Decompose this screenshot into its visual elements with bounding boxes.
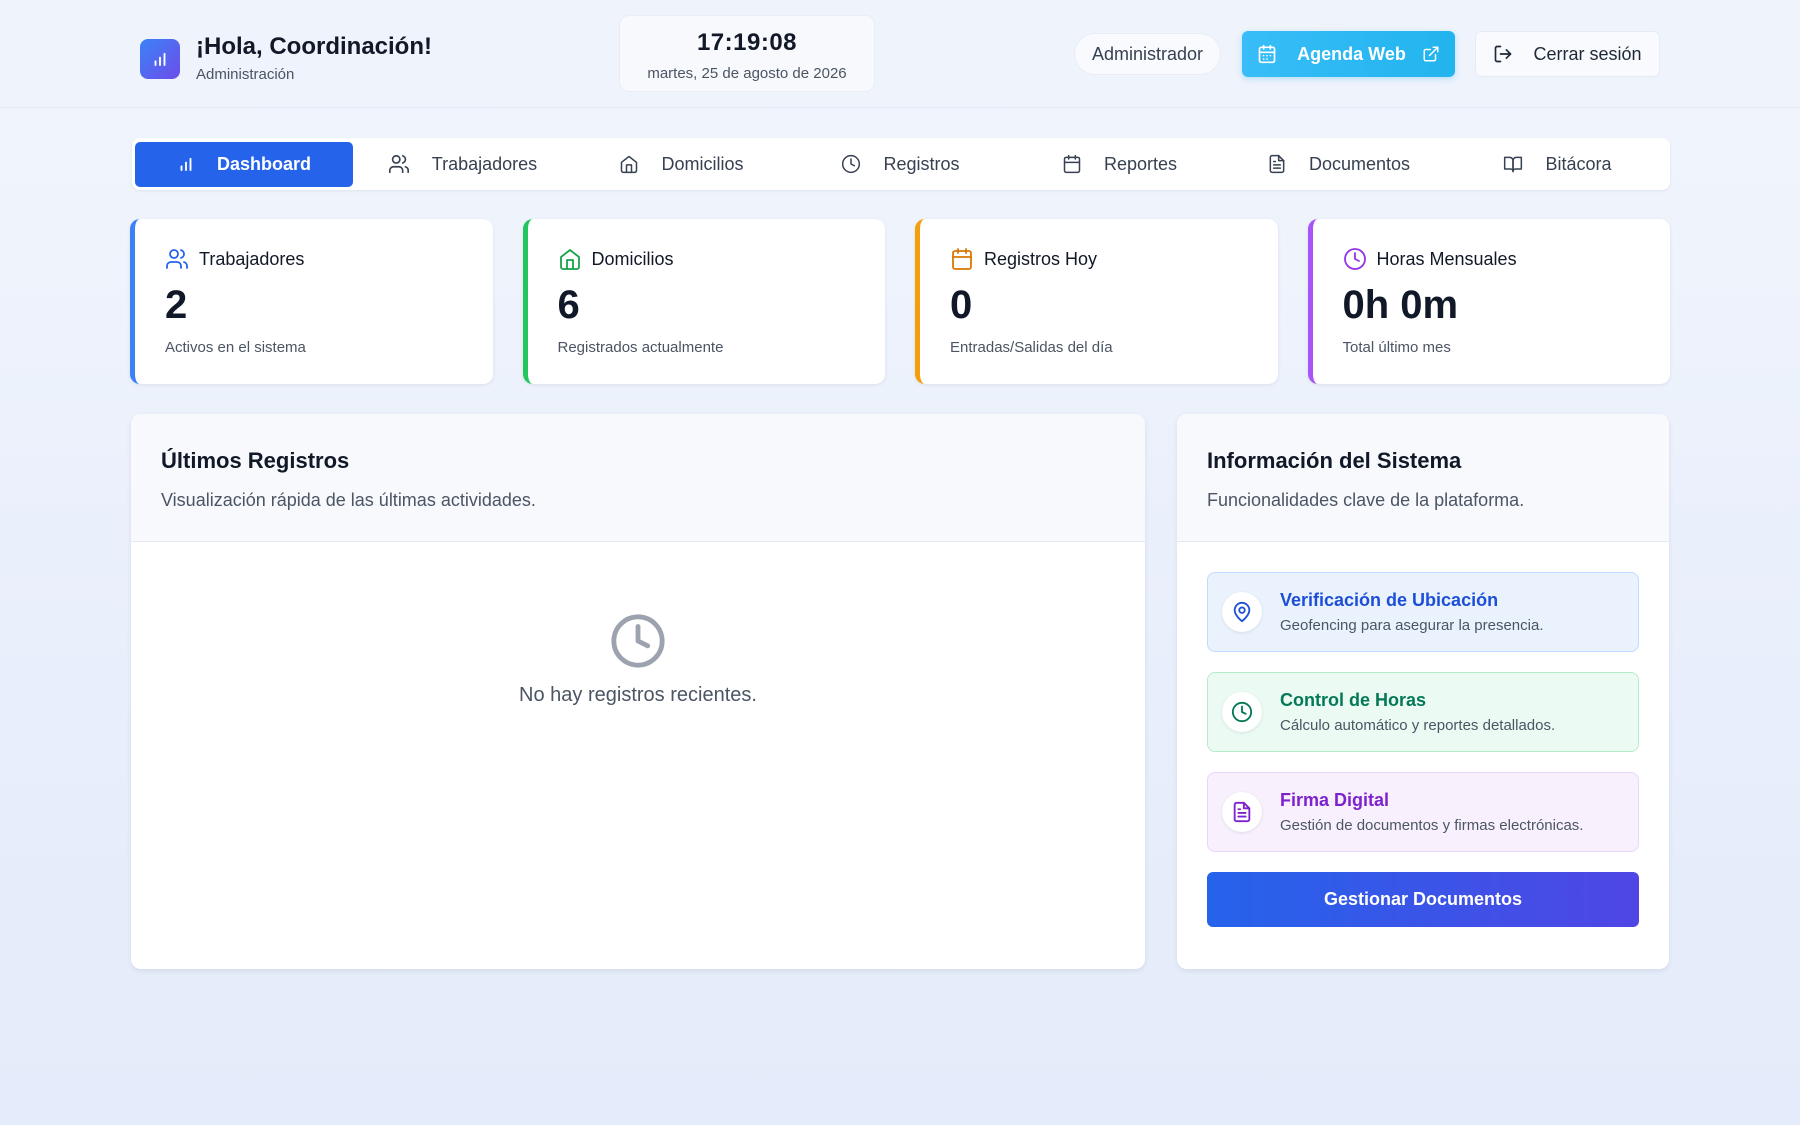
tab-label: Dashboard xyxy=(216,153,312,174)
calendar-icon xyxy=(950,247,974,271)
manage-documents-button[interactable]: Gestionar Documentos xyxy=(1207,872,1639,927)
calendar-icon xyxy=(1062,154,1082,174)
tab-domicilios[interactable]: Domicilios xyxy=(572,142,791,187)
bar-chart-icon xyxy=(177,155,195,173)
stat-title: Domicilios xyxy=(591,248,674,269)
main-nav-tabs: Dashboard Trabajadores Domicilios Regist… xyxy=(132,138,1670,190)
clock-icon xyxy=(841,154,861,174)
stats-row: Trabajadores 2 Activos en el sistema Dom… xyxy=(130,219,1670,384)
users-icon xyxy=(165,247,189,271)
stat-card-registros-hoy: Registros Hoy 0 Entradas/Salidas del día xyxy=(915,219,1278,384)
tab-label: Trabajadores xyxy=(431,153,538,174)
stat-card-trabajadores: Trabajadores 2 Activos en el sistema xyxy=(130,219,493,384)
feature-title: Firma Digital xyxy=(1280,790,1390,810)
tab-reportes[interactable]: Reportes xyxy=(1010,142,1229,187)
logout-button[interactable]: Cerrar sesión xyxy=(1475,31,1660,77)
greeting-title: ¡Hola, Coordinación! xyxy=(196,33,432,60)
clock-icon xyxy=(1222,692,1262,732)
tab-label: Registros xyxy=(883,153,960,174)
external-link-icon xyxy=(1422,45,1440,63)
tab-trabajadores[interactable]: Trabajadores xyxy=(353,142,572,187)
brand: ¡Hola, Coordinación! Administración xyxy=(140,33,432,84)
map-pin-icon xyxy=(1222,592,1262,632)
stat-title: Trabajadores xyxy=(199,248,305,269)
stat-title: Registros Hoy xyxy=(984,248,1098,269)
stat-card-horas-mensuales: Horas Mensuales 0h 0m Total último mes xyxy=(1307,219,1670,384)
system-info-panel: Información del Sistema Funcionalidades … xyxy=(1177,414,1669,969)
top-header: ¡Hola, Coordinación! Administración 17:1… xyxy=(0,0,1800,108)
tab-label: Documentos xyxy=(1308,153,1411,174)
role-chip: Administrador xyxy=(1074,33,1222,75)
feature-hours-control: Control de Horas Cálculo automático y re… xyxy=(1207,672,1639,752)
book-open-icon xyxy=(1503,154,1523,174)
calendar-icon xyxy=(1257,44,1277,64)
feature-location-verification: Verificación de Ubicación Geofencing par… xyxy=(1207,572,1639,652)
clock-icon xyxy=(1343,247,1367,271)
stat-subtitle: Registrados actualmente xyxy=(557,339,724,356)
tab-bitacora[interactable]: Bitácora xyxy=(1448,142,1667,187)
agenda-web-label: Agenda Web xyxy=(1297,43,1406,64)
feature-description: Gestión de documentos y firmas electróni… xyxy=(1280,817,1584,834)
home-icon xyxy=(619,154,639,174)
stat-value: 0h 0m xyxy=(1342,283,1459,327)
users-icon xyxy=(388,153,410,175)
clock-date: martes, 25 de agosto de 2026 xyxy=(647,65,847,82)
file-text-icon xyxy=(1267,154,1287,174)
home-icon xyxy=(558,247,582,271)
panel-title: Información del Sistema xyxy=(1207,448,1462,473)
user-role-subtitle: Administración xyxy=(196,66,295,84)
log-out-icon xyxy=(1493,44,1513,64)
tab-label: Reportes xyxy=(1103,153,1178,174)
empty-state-text: No hay registros recientes. xyxy=(519,684,757,706)
logout-label: Cerrar sesión xyxy=(1533,43,1642,64)
recent-records-panel: Últimos Registros Visualización rápida d… xyxy=(131,414,1145,969)
clock-icon xyxy=(611,614,665,668)
tab-documentos[interactable]: Documentos xyxy=(1229,142,1448,187)
tab-registros[interactable]: Registros xyxy=(791,142,1010,187)
feature-title: Verificación de Ubicación xyxy=(1280,590,1499,610)
panel-description: Visualización rápida de las últimas acti… xyxy=(161,490,536,510)
tab-dashboard[interactable]: Dashboard xyxy=(135,141,353,187)
feature-description: Cálculo automático y reportes detallados… xyxy=(1280,717,1556,734)
stat-subtitle: Activos en el sistema xyxy=(165,339,306,356)
file-text-icon xyxy=(1222,792,1262,832)
agenda-web-button[interactable]: Agenda Web xyxy=(1242,31,1455,77)
feature-title: Control de Horas xyxy=(1280,690,1427,710)
bar-chart-icon xyxy=(140,38,180,79)
stat-value: 0 xyxy=(950,283,973,327)
stat-value: 2 xyxy=(165,283,188,327)
stat-value: 6 xyxy=(557,283,580,327)
feature-digital-signature: Firma Digital Gestión de documentos y fi… xyxy=(1207,772,1639,852)
tab-label: Domicilios xyxy=(661,153,744,174)
stat-card-domicilios: Domicilios 6 Registrados actualmente xyxy=(522,219,885,384)
empty-state: No hay registros recientes. xyxy=(131,542,1145,707)
stat-subtitle: Total último mes xyxy=(1342,339,1451,356)
tab-label: Bitácora xyxy=(1545,153,1612,174)
clock-widget: 17:19:08 martes, 25 de agosto de 2026 xyxy=(619,15,875,92)
stat-subtitle: Entradas/Salidas del día xyxy=(950,339,1113,356)
feature-description: Geofencing para asegurar la presencia. xyxy=(1280,617,1544,634)
stat-title: Horas Mensuales xyxy=(1376,248,1517,269)
panel-description: Funcionalidades clave de la plataforma. xyxy=(1207,490,1525,510)
panel-title: Últimos Registros xyxy=(161,448,350,473)
clock-time: 17:19:08 xyxy=(696,29,798,56)
